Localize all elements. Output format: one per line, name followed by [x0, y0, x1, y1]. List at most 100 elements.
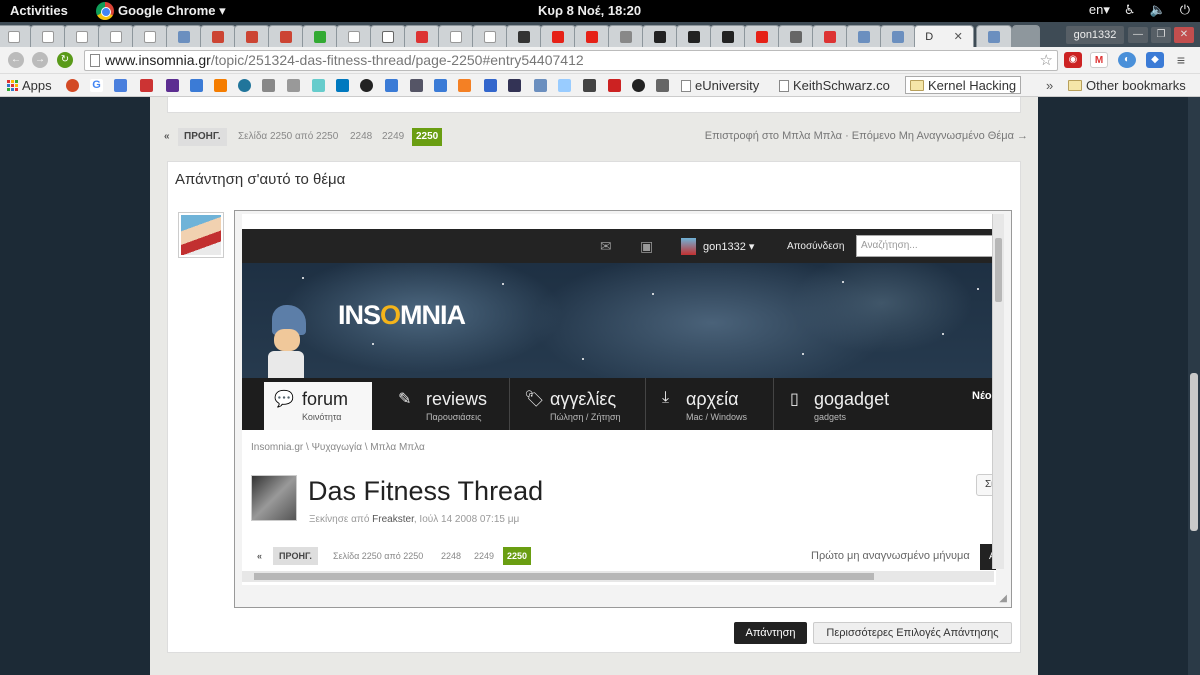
tab[interactable]	[846, 25, 882, 47]
site-bookmark-icon[interactable]	[608, 79, 621, 92]
page-scrollbar[interactable]	[1188, 97, 1200, 675]
site-bookmark-icon[interactable]	[583, 79, 596, 92]
profile-button[interactable]: gon1332	[1066, 26, 1124, 44]
tab[interactable]	[574, 25, 610, 47]
github-icon[interactable]	[360, 79, 373, 92]
submit-reply-button[interactable]: Απάντηση	[734, 622, 807, 644]
clock[interactable]: Κυρ 8 Νοέ, 18:20	[538, 3, 641, 18]
keyboard-layout[interactable]: en▾	[1089, 2, 1110, 18]
tab[interactable]	[404, 25, 440, 47]
prev-page-button[interactable]: ΠΡΟΗΓ.	[178, 128, 227, 146]
tab[interactable]	[506, 25, 542, 47]
youtube-bookmark-icon[interactable]	[140, 79, 153, 92]
bookmark-star-icon[interactable]: ☆	[1040, 51, 1053, 70]
blogger-icon[interactable]	[214, 79, 227, 92]
back-to-forum-link[interactable]: Επιστροφή στο Μπλα Μπλα · Επόμενο Μη Ανα…	[705, 130, 1028, 142]
tab[interactable]	[778, 25, 814, 47]
tab[interactable]	[642, 25, 678, 47]
app-menu[interactable]: Google Chrome ▾	[96, 0, 226, 22]
site-bookmark-icon[interactable]	[410, 79, 423, 92]
tab[interactable]	[166, 25, 202, 47]
site-bookmark-icon[interactable]	[508, 79, 521, 92]
editor-vertical-scrollbar[interactable]	[992, 214, 1004, 569]
tab[interactable]	[438, 25, 474, 47]
scroll-thumb[interactable]	[1190, 373, 1198, 531]
forward-icon[interactable]: →	[32, 52, 48, 68]
editor-horizontal-scrollbar[interactable]	[242, 571, 994, 582]
tab[interactable]	[676, 25, 712, 47]
tab[interactable]	[132, 25, 168, 47]
reply-editor[interactable]: ✉ ▣ gon1332 ▾ Αποσύνδεση Αναζήτηση... IN…	[234, 210, 1012, 608]
prev-arrow[interactable]: «	[164, 128, 170, 146]
address-bar[interactable]: www.insomnia.gr/topic/251324-das-fitness…	[84, 50, 1058, 71]
resize-grip-icon[interactable]: ◢	[999, 593, 1007, 604]
close-tab-icon[interactable]: ✕	[954, 30, 963, 43]
bookmark-euniversity[interactable]: eUniversity	[681, 78, 759, 93]
activities-button[interactable]: Activities	[10, 3, 68, 18]
new-tab-button[interactable]	[1012, 25, 1040, 47]
tab[interactable]	[234, 25, 270, 47]
site-bookmark-icon[interactable]	[558, 79, 571, 92]
volume-icon[interactable]: 🔈	[1150, 2, 1166, 18]
site-bookmark-icon[interactable]	[534, 79, 547, 92]
bookmark-keithschwarz[interactable]: KeithSchwarz.co	[779, 78, 901, 93]
tab[interactable]	[200, 25, 236, 47]
tab[interactable]	[336, 25, 372, 47]
translate-icon[interactable]	[114, 79, 127, 92]
page-info-icon[interactable]	[90, 54, 100, 67]
google-icon[interactable]: G	[90, 79, 103, 92]
tab[interactable]	[608, 25, 644, 47]
more-reply-options-button[interactable]: Περισσότερες Επιλογές Απάντησης	[813, 622, 1012, 644]
site-bookmark-icon[interactable]	[190, 79, 203, 92]
site-bookmark-icon[interactable]	[656, 79, 669, 92]
site-bookmark-icon[interactable]	[484, 79, 497, 92]
trello-icon[interactable]	[336, 79, 349, 92]
tab[interactable]	[472, 25, 508, 47]
page-link-2248[interactable]: 2248	[350, 128, 372, 146]
tab[interactable]	[744, 25, 780, 47]
tab[interactable]	[710, 25, 746, 47]
maximize-icon[interactable]: ❐	[1151, 27, 1171, 43]
close-window-icon[interactable]: ✕	[1174, 27, 1194, 43]
tab[interactable]	[64, 25, 100, 47]
adblock-icon[interactable]: ◉	[1064, 52, 1082, 68]
app-menu-label: Google Chrome ▾	[118, 3, 226, 18]
scroll-thumb[interactable]	[995, 238, 1002, 302]
slack-icon[interactable]	[312, 79, 325, 92]
page-link-2249[interactable]: 2249	[382, 128, 404, 146]
tab[interactable]	[0, 25, 32, 47]
tab-active[interactable]: D ✕	[914, 25, 974, 47]
menu-icon[interactable]: ≡	[1172, 52, 1190, 68]
yahoo-icon[interactable]	[166, 79, 179, 92]
tab[interactable]	[812, 25, 848, 47]
extension-icon[interactable]: ◐	[1118, 52, 1136, 68]
site-bookmark-icon[interactable]	[287, 79, 300, 92]
site-bookmark-icon[interactable]	[385, 79, 398, 92]
accessibility-icon[interactable]: ♿	[1124, 2, 1136, 18]
back-icon[interactable]: ←	[8, 52, 24, 68]
tab[interactable]	[880, 25, 916, 47]
minimize-icon[interactable]: —	[1128, 27, 1148, 43]
tab[interactable]	[30, 25, 66, 47]
tab[interactable]	[540, 25, 576, 47]
bookmark-apps[interactable]: Apps	[7, 78, 52, 93]
reload-icon[interactable]: ↻	[57, 52, 73, 68]
tab[interactable]	[268, 25, 304, 47]
more-bookmarks-icon[interactable]: »	[1046, 78, 1053, 93]
stackoverflow-icon[interactable]	[458, 79, 471, 92]
site-bookmark-icon[interactable]	[632, 79, 645, 92]
power-icon[interactable]: ⏻	[1180, 2, 1190, 18]
tab[interactable]	[976, 25, 1012, 47]
wordpress-icon[interactable]	[238, 79, 251, 92]
duckduckgo-icon[interactable]	[66, 79, 79, 92]
extension-icon[interactable]: ◆	[1146, 52, 1164, 68]
bookmark-folder-other[interactable]: Other bookmarks	[1068, 78, 1186, 93]
site-bookmark-icon[interactable]	[262, 79, 275, 92]
scroll-thumb[interactable]	[254, 573, 874, 580]
tab[interactable]	[370, 25, 406, 47]
bookmark-folder-kernel-hacking[interactable]: Kernel Hacking	[905, 76, 1022, 94]
site-bookmark-icon[interactable]	[434, 79, 447, 92]
tab[interactable]	[98, 25, 134, 47]
gmail-extension-icon[interactable]: M	[1090, 52, 1108, 68]
tab[interactable]	[302, 25, 338, 47]
